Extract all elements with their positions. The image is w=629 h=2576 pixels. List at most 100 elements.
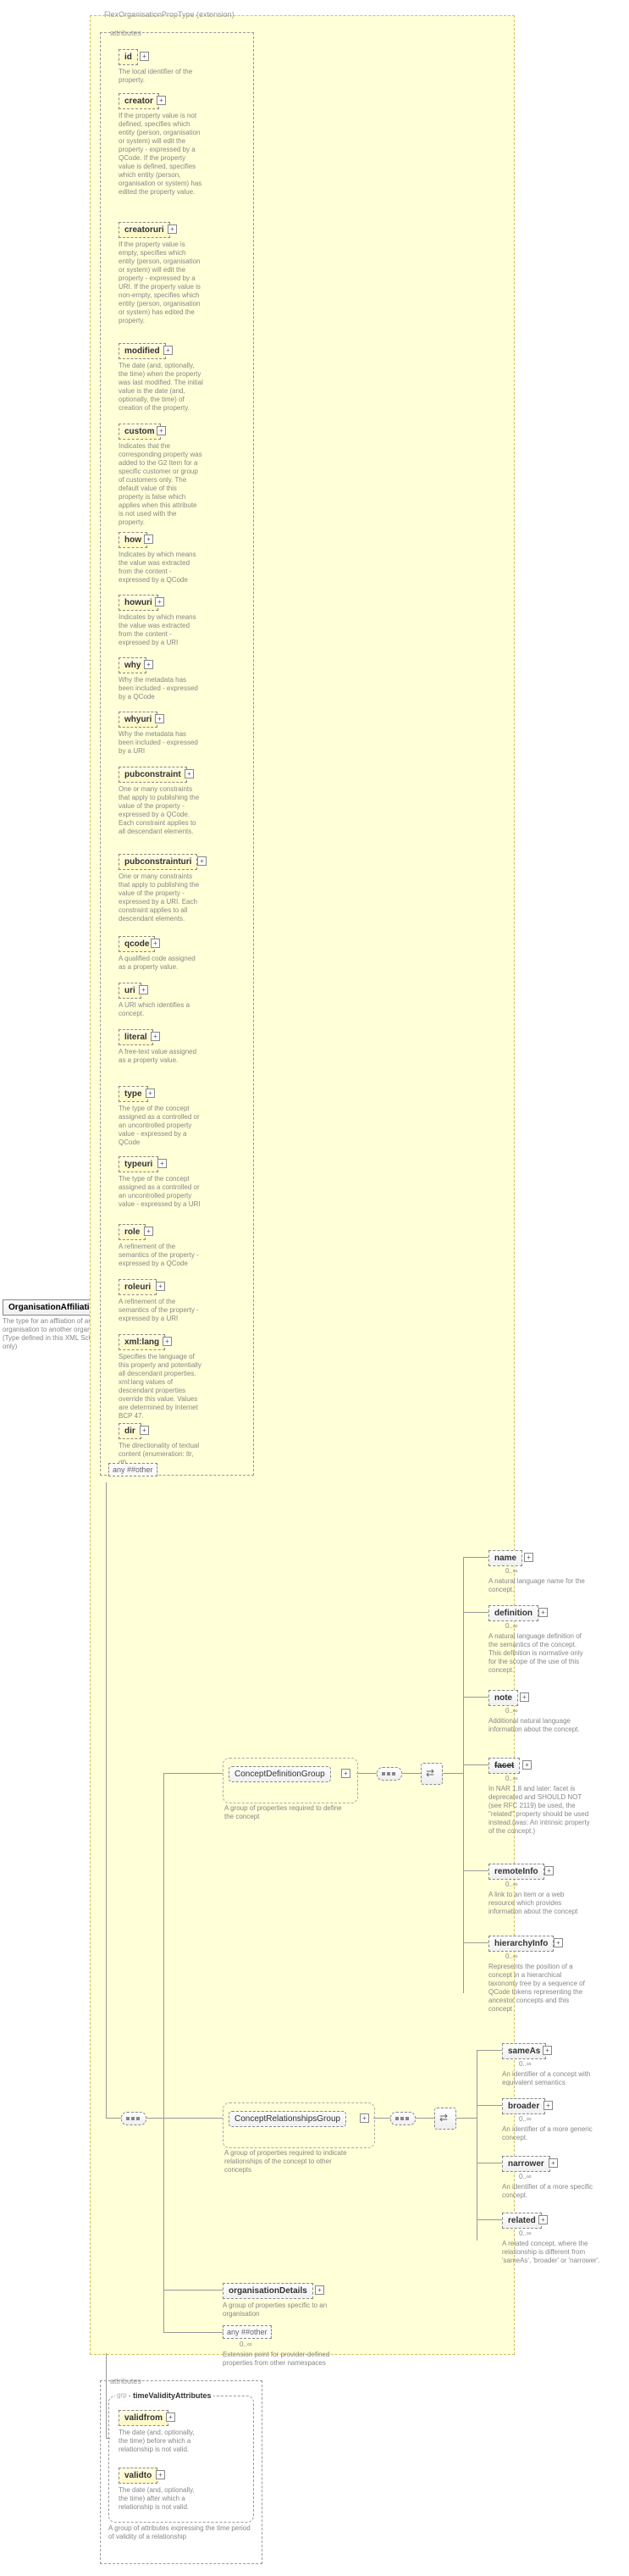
expand-icon[interactable]: + [156,1282,165,1291]
card: 0..∞ [519,2115,532,2123]
elem-remoteinfo: remoteInfo [488,1864,544,1880]
crg-box: ConceptRelationshipsGroup [229,2111,346,2127]
attr-xmllang: xml:lang [119,1334,165,1350]
attr-role: role [119,1224,146,1240]
expand-icon[interactable]: + [168,224,177,234]
attr-how-desc: Indicates by which means the value was e… [119,551,203,584]
elem-broader-desc: An identifier of a more generic concept. [502,2125,604,2142]
elem-organisationdetails-desc: A group of properties specific to an org… [223,2302,341,2318]
card: 0..∞ [505,1567,518,1575]
attr-creatoruri-desc: If the property value is empty, specifie… [119,241,203,325]
expand-icon[interactable]: + [341,1769,350,1778]
expand-icon[interactable]: + [549,2158,558,2168]
attr-validfrom-desc: The date (and, optionally, the time) bef… [119,2429,203,2454]
attr-validto-desc: The date (and, optionally, the time) aft… [119,2486,203,2512]
expand-icon[interactable]: + [166,2413,175,2422]
attr-roleuri-desc: A refinement of the semantics of the pro… [119,1298,203,1323]
expand-icon[interactable]: + [538,1608,548,1617]
expand-icon[interactable]: + [155,597,164,607]
elem-facet-desc: In NAR 1.8 and later: facet is deprecate… [488,1785,590,1836]
attr-creator-desc: If the property value is not defined, sp… [119,112,203,197]
switch-icon [434,2108,456,2130]
attr-creatoruri: creatoruri [119,222,170,238]
tva-group-desc: A group of attributes expressing the tim… [108,2524,252,2541]
expand-icon[interactable]: + [520,1692,529,1702]
card: 0..∞ [505,1707,518,1715]
crg-desc: A group of properties required to indica… [224,2149,360,2174]
any-other-elem-desc: Extension point for provider-defined pro… [223,2351,350,2368]
attr-pubconstrainturi-desc: One or many constraints that apply to pu… [119,873,203,923]
card: 0..∞ [519,2230,532,2237]
expand-icon[interactable]: + [146,1089,155,1098]
expand-icon[interactable]: + [151,1032,160,1041]
card: 0..∞ [240,2341,252,2348]
expand-icon[interactable]: + [163,1337,172,1346]
expand-icon[interactable]: + [197,856,207,866]
attr-howuri: howuri [119,595,158,611]
attr-custom-desc: Indicates that the corresponding propert… [119,442,203,527]
expand-icon[interactable]: + [144,1227,153,1236]
attr-type-desc: The type of the concept assigned as a co… [119,1105,203,1147]
grp-label: grp [115,2391,129,2399]
tva-group-name: timeValidityAttributes [131,2391,213,2400]
card: 0..∞ [519,2173,532,2180]
attr-whyuri-desc: Why the metadata has been included - exp… [119,730,203,756]
attr-id-desc: The local identifier of the property. [119,68,203,85]
expand-icon[interactable]: + [144,660,153,669]
card: 0..∞ [505,1775,518,1782]
attr-validfrom: validfrom [119,2410,168,2426]
cdg-desc: A group of properties required to define… [224,1804,351,1821]
expand-icon[interactable]: + [360,2113,369,2123]
elem-sameas-desc: An identifier of a concept with equivale… [502,2070,604,2087]
expand-icon[interactable]: + [544,1866,554,1875]
attr-roleuri: roleuri [119,1279,157,1295]
expand-icon[interactable]: + [157,426,166,435]
attr-literal: literal [119,1029,153,1045]
sequence-icon [121,2112,146,2125]
elem-narrower-desc: An identifier of a more specific concept… [502,2183,604,2200]
expand-icon[interactable]: + [554,1938,563,1947]
expand-icon[interactable]: + [543,2101,553,2110]
attr-literal-desc: A free-text value assigned as a property… [119,1048,203,1065]
elem-name-desc: A natural language name for the concept. [488,1577,590,1594]
attr-howuri-desc: Indicates by which means the value was e… [119,613,203,647]
elem-broader: broader [502,2098,545,2114]
expand-icon[interactable]: + [140,1426,149,1435]
elem-hierarchyinfo-desc: Represents the position of a concept in … [488,1963,590,2014]
attr-custom: custom [119,424,161,440]
attr-qcode-desc: A qualified code assigned as a property … [119,955,203,972]
expand-icon[interactable]: + [163,346,173,355]
elem-facet: facet [488,1758,520,1774]
expand-icon[interactable]: + [139,985,148,994]
expand-icon[interactable]: + [524,1553,533,1562]
expand-icon[interactable]: + [140,52,149,61]
elem-note: note [488,1690,518,1706]
attr-type: type [119,1086,148,1102]
expand-icon[interactable]: + [144,535,153,544]
extension-label: FlexOrganisationPropType (extension) [102,10,237,19]
sequence-icon [390,2112,416,2125]
expand-icon[interactable]: + [522,1760,532,1770]
expand-icon[interactable]: + [157,1159,167,1168]
expand-icon[interactable]: + [155,714,164,723]
attr-modified-desc: The date (and, optionally, the time) whe… [119,362,203,413]
expand-icon[interactable]: + [157,96,166,105]
expand-icon[interactable]: + [185,769,194,778]
switch-icon [421,1763,443,1785]
attr-typeuri-desc: The type of the concept assigned as a co… [119,1175,203,1209]
expand-icon[interactable]: + [538,2215,548,2224]
any-other-elem: any ##other [223,2325,272,2339]
attr-dir: dir [119,1423,141,1439]
cdg-box: ConceptDefinitionGroup [229,1766,331,1782]
elem-definition-desc: A natural language definition of the sem… [488,1632,590,1675]
expand-icon[interactable]: + [543,2046,552,2055]
expand-icon[interactable]: + [315,2285,324,2295]
elem-remoteinfo-desc: A link to an item or a web resource whic… [488,1891,590,1916]
card: 0..∞ [505,1953,518,1960]
expand-icon[interactable]: + [151,939,160,948]
attr-why-desc: Why the metadata has been included - exp… [119,676,203,701]
any-other-attr: any ##other [108,1463,157,1476]
attr-pubconstraint-desc: One or many constraints that apply to pu… [119,785,203,836]
attr-qcode: qcode [119,936,155,952]
expand-icon[interactable]: + [156,2470,165,2479]
